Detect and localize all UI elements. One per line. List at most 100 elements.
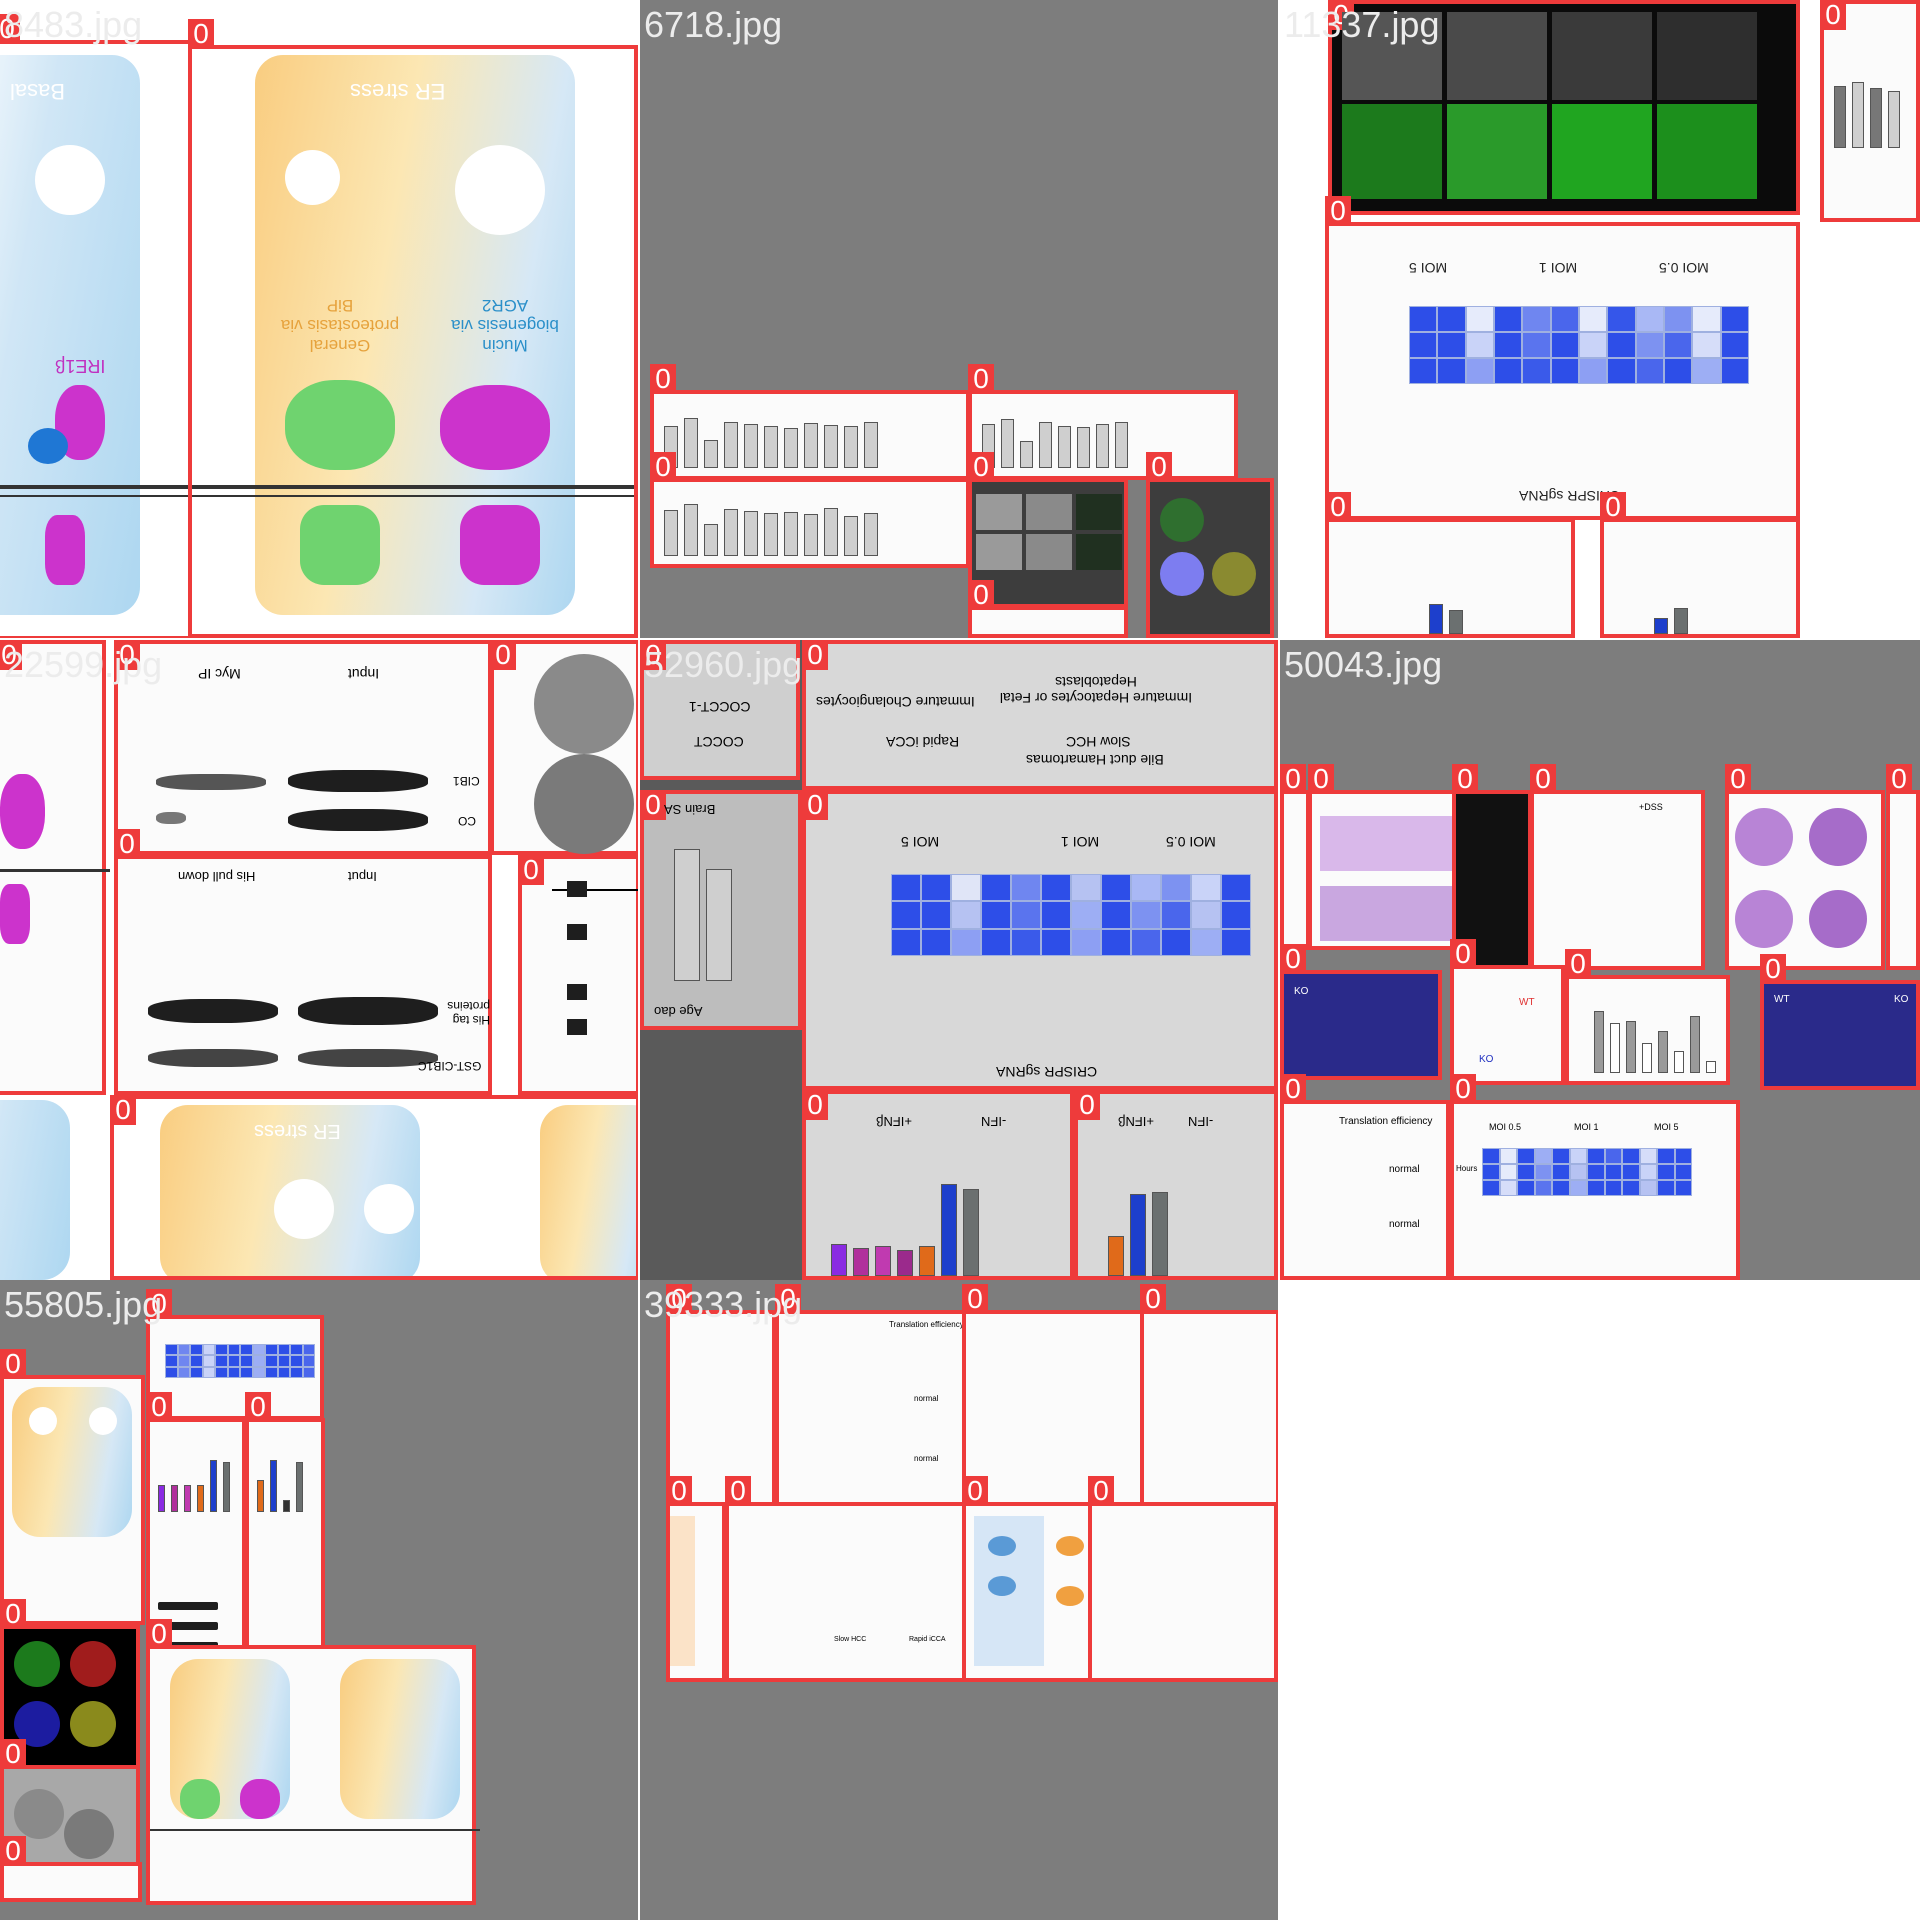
detection-label: 0 [245,1392,271,1422]
detection-box: 0 KO [1280,944,1442,1080]
pathway-node [988,1536,1016,1556]
bile-duct-text: Bile duct Hamartomas [1026,752,1164,768]
infection-heatmap [1482,1148,1692,1196]
exon-block [567,924,587,940]
detection-label: 0 [0,1349,26,1379]
bar [1594,1011,1604,1073]
er-stress-panel [340,1659,460,1819]
bar [724,422,738,468]
bar [724,509,738,556]
bar [674,849,700,981]
detection-box: 0 [490,640,638,855]
basal-panel [0,1100,70,1280]
age-dao-label: Age dao [654,1004,703,1019]
tile-name: 8483.jpg [4,4,143,45]
bar [1058,426,1071,468]
detection-label: 0 [1450,1074,1476,1104]
detection-label: 0 [650,364,676,394]
bar [1610,1023,1620,1073]
moi-1-label: MOI 1 [1574,1122,1599,1132]
er-stress-panel [12,1387,132,1537]
detection-box: 0 [0,640,110,1095]
cell-image [14,1641,60,1687]
bar [684,504,698,556]
bar [804,423,818,468]
neuron-image [1552,104,1652,199]
infection-heatmap [1409,306,1749,384]
cell-image [1160,552,1204,596]
translation-efficiency-title: Translation efficiency [1339,1116,1433,1127]
cell-image [1160,498,1204,542]
neuron-image [1447,104,1547,199]
bar [1077,427,1090,468]
bar [706,869,732,981]
wt-label: WT [1519,997,1535,1008]
bar [1096,424,1109,468]
detection-box: 0 [650,452,970,568]
bar [1429,604,1443,634]
tile-name: 52960.jpg [644,644,803,685]
detection-label: 0 [146,1619,172,1649]
bar [158,1485,165,1512]
bar [1152,1192,1168,1276]
pathway-node [1056,1586,1084,1606]
vesicle [364,1184,414,1234]
detection-box: 0 [1146,452,1274,638]
detection-box: 0 [1140,1284,1278,1510]
micrograph [1076,494,1122,530]
cell-image [70,1641,116,1687]
bar [296,1462,303,1512]
detection-label: 0 [802,1090,828,1120]
detection-label: 0 [1146,452,1172,482]
bar [684,418,698,468]
bar-chart [1429,584,1463,634]
detection-box: 0 MOI 5 MOI 1 MOI 0.5 CRISPR sgRNA [1325,196,1800,520]
moi-5-label: MOI 5 [901,834,940,850]
tile-name: 6718.jpg [644,4,783,45]
bar-chart [674,831,732,981]
tile-6718: 6718.jpg 0 0 0 0 0 0 [640,0,1278,638]
detection-box: 0 Translation efficiency normal normal [1280,1074,1450,1280]
bar [1834,86,1846,148]
crispr-sgrna-label: CRISPR sgRNA [996,1064,1098,1080]
bar [963,1189,979,1276]
neuron-image [1657,12,1757,100]
bar-chart [158,1452,230,1512]
tile-name: 50043.jpg [1284,644,1443,685]
detection-box: 0 [1280,764,1310,950]
tile-name: 39333.jpg [644,1284,803,1325]
brain-sa-label: Brain SA [664,802,716,817]
neuron-image [1657,104,1757,199]
bar [864,422,878,468]
tile-8483: ER stress Basal General proteostasis via… [0,0,638,638]
exon-block [567,984,587,1000]
detection-label: 0 [962,1284,988,1314]
membrane-line [150,1829,480,1831]
detection-box: 0 [1820,0,1920,222]
tile-22599: 0 0 Input Myc IP CIB1 CO 0 0 His pull do… [0,640,638,1280]
tile-name: 22599.jpg [4,644,163,685]
infection-heatmap [891,874,1251,956]
detection-label: 0 [188,19,214,49]
detection-label: 0 [1140,1284,1166,1314]
pathway-node [1056,1536,1084,1556]
bar-chart [664,398,878,468]
bar [171,1485,178,1512]
detection-label: 0 [1325,196,1351,226]
cocct1-label: COCCT-1 [689,699,751,715]
bar [897,1250,913,1276]
bar-chart [831,1166,979,1276]
bar [919,1246,935,1276]
detection-mosaic: ER stress Basal General proteostasis via… [0,0,1920,1920]
bar-chart [1108,1166,1168,1276]
gene-structure-line [552,889,638,891]
co-label: CO [458,814,476,828]
micrograph [1076,534,1122,570]
histology-image [1320,886,1470,941]
ire1b-protein-icon [0,774,45,849]
tile-55805: 0 0 0 0 0 0 0 0 55805.jpg [0,1280,638,1920]
his-tag-proteins-label: His tag proteins [447,999,490,1027]
moi-05-label: MOI 0.5 [1659,260,1709,276]
bar [270,1460,277,1512]
colon-section [1735,890,1793,948]
